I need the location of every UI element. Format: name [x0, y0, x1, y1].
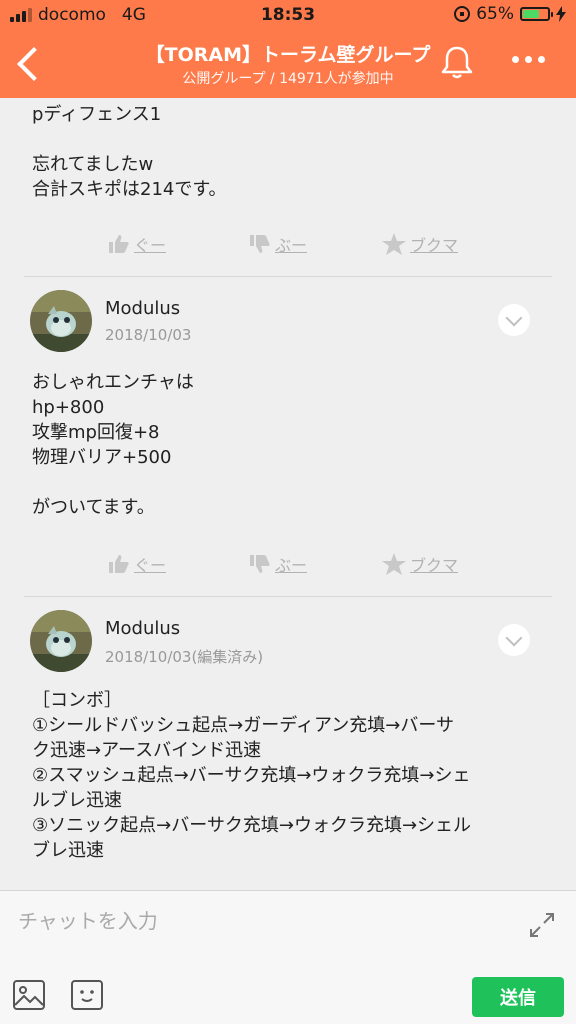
good-button[interactable]: ぐー	[108, 232, 166, 256]
post-text: pディフェンス1 忘れてましたw 合計スキポは214です。	[32, 104, 227, 200]
thumbs-up-icon	[109, 555, 129, 573]
chevron-down-icon[interactable]	[498, 624, 530, 656]
expand-icon[interactable]	[528, 911, 556, 939]
boo-button[interactable]: ぶー	[249, 552, 307, 576]
thumbs-up-icon	[109, 235, 129, 253]
avatar[interactable]	[30, 610, 92, 672]
good-button[interactable]: ぐー	[108, 552, 166, 576]
good-label: ぐー	[134, 236, 167, 255]
post-date: 2018/10/03	[105, 326, 192, 344]
boo-label: ぶー	[275, 556, 308, 575]
sticker-icon[interactable]	[70, 979, 104, 1011]
reaction-row: ぐー ぶー ブクマ	[0, 232, 576, 262]
boo-button[interactable]: ぶー	[249, 232, 307, 256]
rotation-lock-icon	[454, 6, 471, 22]
message-list[interactable]: pディフェンス1 忘れてましたw 合計スキポは214です。 ぐー ぶー ブクマ …	[0, 98, 576, 890]
boo-label: ぶー	[275, 236, 308, 255]
battery-level	[523, 10, 539, 18]
avatar[interactable]	[30, 290, 92, 352]
bookmark-button[interactable]: ブクマ	[382, 232, 458, 256]
bookmark-label: ブクマ	[410, 236, 459, 255]
chat-composer: 送信	[0, 890, 576, 1024]
group-title: 【TORAM】トーラム壁グループ	[145, 44, 431, 66]
author-name[interactable]: Modulus	[105, 618, 180, 639]
star-icon	[382, 233, 406, 255]
more-menu-icon[interactable]	[512, 56, 552, 68]
reaction-row: ぐー ぶー ブクマ	[0, 552, 576, 582]
send-button[interactable]: 送信	[472, 977, 564, 1017]
post-text: ［コンボ］ ①シールドバッシュ起点→ガーディアン充填→バーサ ク迅速→アースバイ…	[32, 690, 472, 861]
battery-icon	[520, 7, 553, 21]
divider	[24, 596, 552, 597]
good-label: ぐー	[134, 556, 167, 575]
author-name[interactable]: Modulus	[105, 298, 180, 319]
chevron-down-icon[interactable]	[498, 304, 530, 336]
charging-icon	[556, 6, 566, 22]
post-date: 2018/10/03(編集済み)	[105, 648, 264, 666]
image-icon[interactable]	[12, 979, 46, 1011]
thumbs-down-icon	[250, 555, 270, 573]
group-subtitle: 公開グループ / 14971人が参加中	[182, 71, 394, 87]
status-right: 65%	[454, 4, 566, 24]
battery-percent: 65%	[476, 4, 514, 24]
app-header: 【TORAM】トーラム壁グループ 公開グループ / 14971人が参加中	[0, 30, 576, 98]
status-bar: docomo 4G 18:53 65%	[0, 0, 576, 30]
bookmark-label: ブクマ	[410, 556, 459, 575]
star-icon	[382, 553, 406, 575]
bookmark-button[interactable]: ブクマ	[382, 552, 458, 576]
chat-input[interactable]	[18, 901, 498, 941]
bell-icon[interactable]	[440, 44, 474, 80]
divider	[24, 276, 552, 277]
post-text: おしゃれエンチャは hp+800 攻撃mp回復+8 物理バリア+500 がついて…	[32, 372, 194, 518]
thumbs-down-icon	[250, 235, 270, 253]
